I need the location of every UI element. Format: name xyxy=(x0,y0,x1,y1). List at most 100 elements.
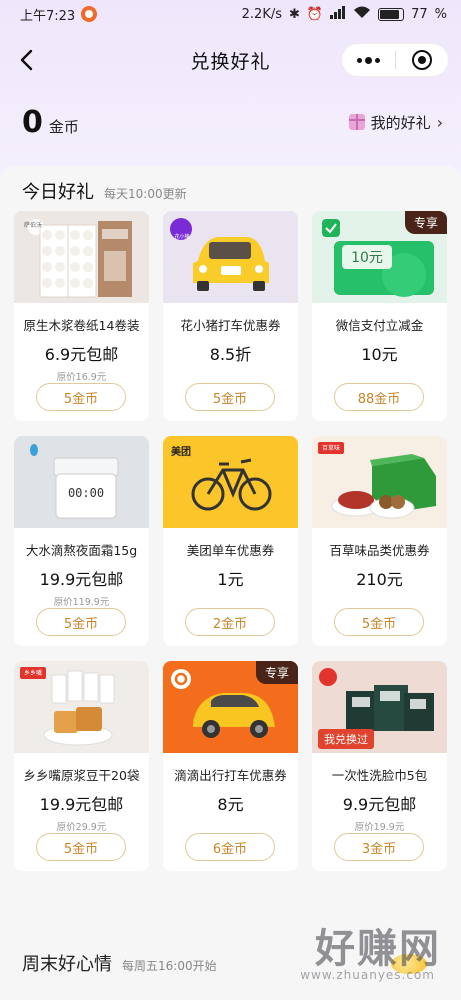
original-price xyxy=(163,594,298,606)
bluetooth-icon: ✱ xyxy=(289,6,300,22)
product-image: 我兑换过 xyxy=(312,661,447,753)
product-image: 10元 专享 xyxy=(312,211,447,303)
gift-card-meituan-bike-coupon[interactable]: 美团 美团单车优惠券 1元 2金币 xyxy=(163,436,298,646)
gift-card-dried-tofu[interactable]: 乡乡嘴 乡乡嘴原浆豆干20袋 19.9元包邮 原价29.9元 5金币 xyxy=(14,661,149,871)
target-close-icon xyxy=(411,50,432,70)
redeem-button[interactable]: 6金币 xyxy=(185,833,275,861)
exclusive-badge: 专享 xyxy=(404,211,447,234)
more-button[interactable] xyxy=(342,56,395,64)
battery-icon xyxy=(378,7,405,21)
redeem-button[interactable]: 88金币 xyxy=(334,383,424,411)
redeem-button[interactable]: 5金币 xyxy=(36,833,126,861)
original-price xyxy=(312,369,447,381)
gift-price: 210元 xyxy=(356,570,403,589)
redeem-button[interactable]: 5金币 xyxy=(36,383,126,411)
product-image: 00:00 xyxy=(14,436,149,528)
gift-price: 6.9元包邮 xyxy=(44,345,119,364)
coin-balance-row: 0 金币 我的好礼 › xyxy=(0,92,461,152)
original-price: 原价119.9元 xyxy=(53,597,110,608)
redeem-button[interactable]: 5金币 xyxy=(334,608,424,636)
product-image: 萨伯沃 xyxy=(14,211,149,303)
gift-price: 9.9元包邮 xyxy=(342,795,417,814)
redeem-button[interactable]: 2金币 xyxy=(185,608,275,636)
gift-name: 滴滴出行打车优惠券 xyxy=(174,768,287,783)
today-section-subtitle: 每天10:00更新 xyxy=(104,187,187,201)
my-gifts-link[interactable]: 我的好礼 › xyxy=(348,112,443,133)
page-title: 兑换好礼 xyxy=(190,50,271,73)
today-section-title: 今日好礼 xyxy=(22,182,94,203)
gift-icon xyxy=(348,114,365,130)
redeem-button[interactable]: 5金币 xyxy=(185,383,275,411)
gift-price: 8元 xyxy=(217,795,244,814)
close-miniprogram-button[interactable] xyxy=(396,50,449,70)
net-speed: 2.2K/s xyxy=(241,6,282,22)
today-section-header: 今日好礼 每天10:00更新 xyxy=(0,166,461,210)
more-dot-icon xyxy=(356,57,362,63)
product-image: 美团 xyxy=(163,436,298,528)
redeem-button[interactable]: 3金币 xyxy=(334,833,424,861)
original-price xyxy=(312,594,447,606)
product-image: 专享 xyxy=(163,661,298,753)
brand-logo: 萨伯沃 xyxy=(24,222,43,229)
weekend-section-subtitle: 每周五16:00开始 xyxy=(122,959,217,973)
original-price: 原价29.9元 xyxy=(56,822,107,833)
brand-logo: 00:00 xyxy=(67,486,105,500)
product-image: 乡乡嘴 xyxy=(14,661,149,753)
gift-name: 花小猪打车优惠券 xyxy=(180,318,281,333)
brand-logo: 美团 xyxy=(171,447,191,458)
my-gifts-label: 我的好礼 xyxy=(370,113,431,132)
more-dot-icon xyxy=(374,57,380,63)
original-price: 原价16.9元 xyxy=(56,372,107,383)
gift-name: 乡乡嘴原浆豆干20袋 xyxy=(23,768,140,783)
redeemed-badge: 我兑换过 xyxy=(318,729,374,749)
gift-name: 原生木浆卷纸14卷装 xyxy=(23,318,140,333)
original-price xyxy=(163,369,298,381)
exclusive-badge: 专享 xyxy=(255,661,298,684)
nav-bar: 兑换好礼 xyxy=(0,28,461,92)
coin-balance: 0 xyxy=(22,104,43,140)
voucher-amount: 10元 xyxy=(351,250,383,266)
product-image: 花小猪 xyxy=(163,211,298,303)
gift-card-face-towels[interactable]: 我兑换过 一次性洗脸巾5包 9.9元包邮 原价19.9元 3金币 xyxy=(312,661,447,871)
gift-card-baicaowei-coupon[interactable]: 百草味 百草味品类优惠券 210元 5金币 xyxy=(312,436,447,646)
original-price xyxy=(163,819,298,831)
miniprogram-capsule xyxy=(341,43,449,77)
more-dot-icon xyxy=(364,56,372,64)
redeem-button[interactable]: 5金币 xyxy=(36,608,126,636)
gift-price: 10元 xyxy=(361,345,398,364)
coin-unit-label: 金币 xyxy=(48,117,79,136)
gift-name: 美团单车优惠券 xyxy=(186,543,275,558)
gift-card-didi-coupon[interactable]: 专享 滴滴出行打车优惠券 8元 6金币 xyxy=(163,661,298,871)
gift-price: 19.9元包邮 xyxy=(39,570,124,589)
rewards-panel: 今日好礼 每天10:00更新 萨伯沃 原生木浆卷纸14卷装 6.9元包邮 原价1… xyxy=(0,166,461,1000)
brand-logo: 乡乡嘴 xyxy=(23,670,42,677)
app-notification-icon xyxy=(81,6,98,22)
gift-card-face-cream[interactable]: 00:00 大水滴熬夜面霜15g 19.9元包邮 原价119.9元 5金币 xyxy=(14,436,149,646)
wifi-icon xyxy=(353,6,371,22)
gift-name: 大水滴熬夜面霜15g xyxy=(25,543,138,558)
chevron-left-icon xyxy=(20,49,33,71)
weekend-section-title: 周末好心情 xyxy=(22,954,112,975)
gift-name: 微信支付立减金 xyxy=(335,318,424,333)
original-price: 原价19.9元 xyxy=(354,822,405,833)
brand-logo: 百草味 xyxy=(321,445,340,452)
status-time: 上午7:23 xyxy=(20,8,76,24)
weekend-section-header: 周末好心情 每周五16:00开始 xyxy=(22,950,217,976)
gift-price: 1元 xyxy=(217,570,244,589)
alarm-icon: ⏰ xyxy=(306,6,324,22)
gift-card-huaxiaozhu-coupon[interactable]: 花小猪 花小猪打车优惠券 8.5折 5金币 xyxy=(163,211,298,421)
battery-percent-sign: % xyxy=(434,6,447,22)
gift-card-wechat-pay-discount[interactable]: 10元 专享 微信支付立减金 10元 88金币 xyxy=(312,211,447,421)
product-image: 百草味 xyxy=(312,436,447,528)
gift-card-tissue-rolls[interactable]: 萨伯沃 原生木浆卷纸14卷装 6.9元包邮 原价16.9元 5金币 xyxy=(14,211,149,421)
gift-name: 百草味品类优惠券 xyxy=(329,543,430,558)
brand-logo: 花小猪 xyxy=(174,234,190,240)
gift-name: 一次性洗脸巾5包 xyxy=(331,768,428,783)
gift-price: 19.9元包邮 xyxy=(39,795,124,814)
back-button[interactable] xyxy=(14,46,42,74)
chevron-right-icon: › xyxy=(436,112,443,132)
signal-icon xyxy=(330,6,346,22)
gift-price: 8.5折 xyxy=(209,345,252,364)
status-bar: 上午7:23 2.2K/s ✱ ⏰ 77% xyxy=(0,0,461,28)
battery-level: 77 xyxy=(411,6,428,22)
